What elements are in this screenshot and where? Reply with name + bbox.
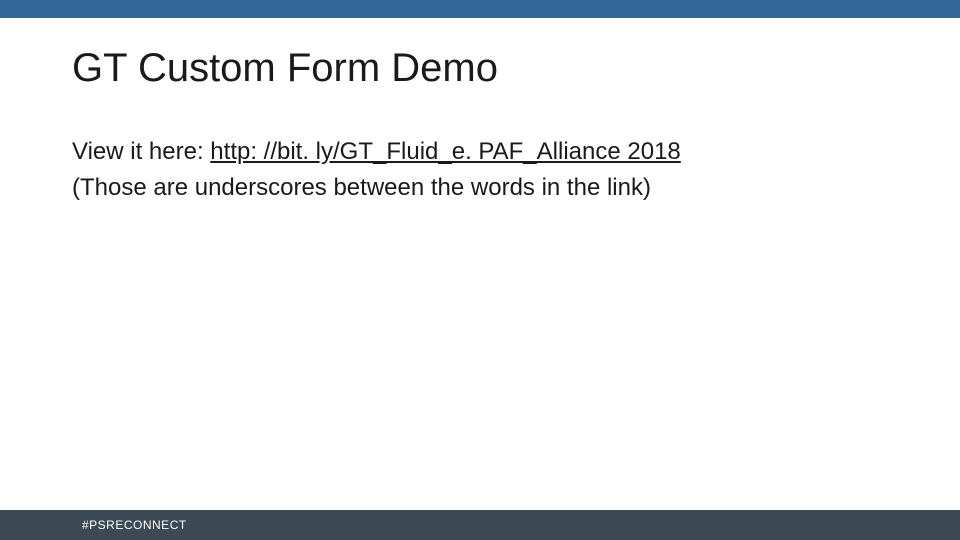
link-note: (Those are underscores between the words… bbox=[72, 170, 888, 206]
top-accent-bar bbox=[0, 0, 960, 18]
footer-hashtag: #PSRECONNECT bbox=[82, 518, 187, 532]
slide-body: View it here: http: //bit. ly/GT_Fluid_e… bbox=[72, 134, 888, 206]
slide: GT Custom Form Demo View it here: http: … bbox=[0, 0, 960, 540]
view-here-prefix: View it here: bbox=[72, 138, 210, 165]
view-here-line: View it here: http: //bit. ly/GT_Fluid_e… bbox=[72, 134, 888, 170]
demo-link[interactable]: http: //bit. ly/GT_Fluid_e. PAF_Alliance… bbox=[210, 138, 680, 165]
slide-title: GT Custom Form Demo bbox=[72, 46, 888, 90]
footer-bar: #PSRECONNECT bbox=[0, 510, 960, 540]
slide-content: GT Custom Form Demo View it here: http: … bbox=[0, 18, 960, 540]
